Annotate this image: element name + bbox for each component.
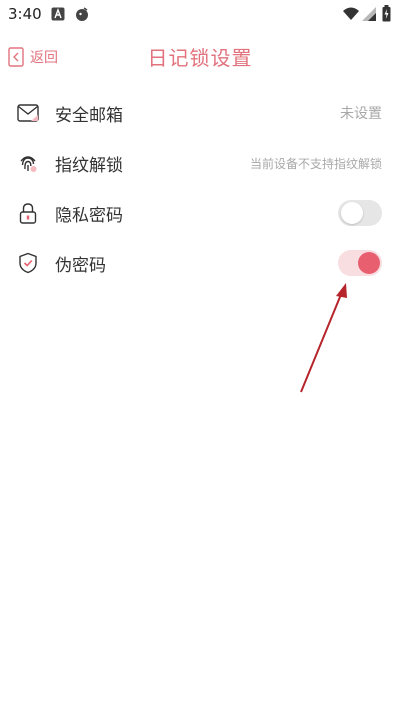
annotation-arrow xyxy=(300,283,347,393)
screen: 3:40 返回 日记锁设置 安全邮箱 未设置 指纹解锁 当前设备不支持指纹解锁 … xyxy=(0,0,400,709)
